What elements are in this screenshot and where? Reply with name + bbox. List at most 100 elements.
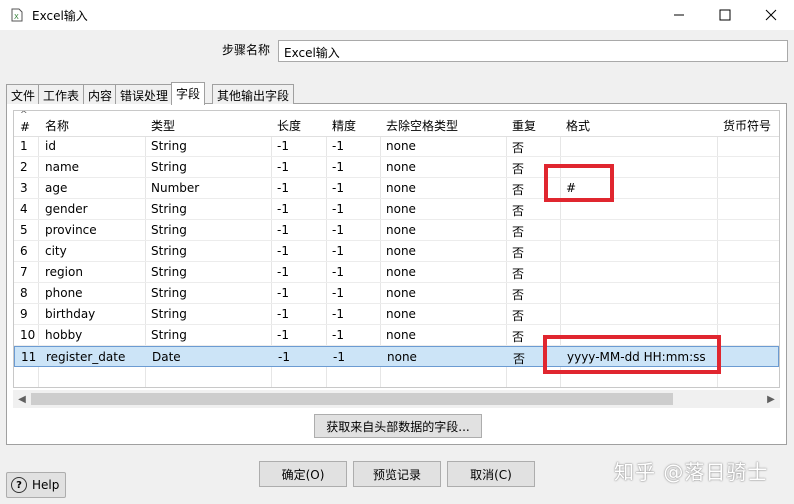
cell-name[interactable]: hobby (45, 328, 82, 342)
column-header-trim-type[interactable]: 去除空格类型 (386, 117, 458, 134)
cell-name[interactable]: birthday (45, 307, 95, 321)
cell-length[interactable]: -1 (277, 181, 289, 195)
cell-name[interactable]: register_date (46, 350, 125, 364)
cell-precision[interactable]: -1 (332, 307, 344, 321)
cell-precision[interactable]: -1 (332, 328, 344, 342)
cell-trim-type[interactable]: none (387, 350, 417, 364)
cell-repeat[interactable]: 否 (512, 223, 524, 240)
close-button[interactable] (748, 0, 794, 30)
table-row[interactable]: 4 gender String -1 -1 none 否 (14, 199, 779, 220)
cell-name[interactable]: name (45, 160, 79, 174)
cell-repeat[interactable]: 否 (512, 328, 524, 345)
cell-precision[interactable]: -1 (332, 265, 344, 279)
cell-precision[interactable]: -1 (332, 181, 344, 195)
cell-trim-type[interactable]: none (386, 202, 416, 216)
table-row[interactable]: 5 province String -1 -1 none 否 (14, 220, 779, 241)
cell-type[interactable]: Date (152, 350, 181, 364)
cell-trim-type[interactable]: none (386, 160, 416, 174)
tab-file[interactable]: 文件 (6, 84, 41, 104)
cell-trim-type[interactable]: none (386, 307, 416, 321)
column-header-type[interactable]: 类型 (151, 117, 175, 134)
tab-fields[interactable]: 字段 (171, 82, 206, 105)
cell-length[interactable]: -1 (277, 244, 289, 258)
cell-length[interactable]: -1 (277, 223, 289, 237)
cell-type[interactable]: String (151, 223, 187, 237)
tab-error-handling[interactable]: 错误处理 (115, 84, 174, 104)
cell-repeat[interactable]: 否 (512, 265, 524, 282)
cell-trim-type[interactable]: none (386, 223, 416, 237)
cell-type[interactable]: String (151, 307, 187, 321)
cell-type[interactable]: String (151, 286, 187, 300)
ok-button[interactable]: 确定(O) (259, 461, 347, 487)
cancel-button[interactable]: 取消(C) (447, 461, 535, 487)
cell-length[interactable]: -1 (277, 202, 289, 216)
cell-length[interactable]: -1 (277, 307, 289, 321)
horizontal-scrollbar[interactable]: ◀ ▶ (13, 390, 780, 408)
table-row[interactable]: 8 phone String -1 -1 none 否 (14, 283, 779, 304)
column-header-currency[interactable]: 货币符号 (723, 117, 771, 134)
table-row[interactable]: 9 birthday String -1 -1 none 否 (14, 304, 779, 325)
help-button[interactable]: ? Help (6, 472, 66, 498)
cell-repeat[interactable]: 否 (512, 307, 524, 324)
cell-name[interactable]: gender (45, 202, 88, 216)
column-header-length[interactable]: 长度 (277, 117, 301, 134)
tab-worksheet[interactable]: 工作表 (38, 84, 85, 104)
cell-name[interactable]: phone (45, 286, 83, 300)
table-row[interactable]: 7 region String -1 -1 none 否 (14, 262, 779, 283)
cell-length[interactable]: -1 (278, 350, 290, 364)
cell-length[interactable]: -1 (277, 160, 289, 174)
tab-content[interactable]: 内容 (83, 84, 118, 104)
cell-name[interactable]: region (45, 265, 83, 279)
tab-other-output-fields[interactable]: 其他输出字段 (212, 84, 295, 104)
cell-type[interactable]: String (151, 160, 187, 174)
cell-name[interactable]: id (45, 139, 56, 153)
table-row[interactable]: 3 age Number -1 -1 none 否 # (14, 178, 779, 199)
maximize-button[interactable] (702, 0, 748, 30)
cell-type[interactable]: String (151, 328, 187, 342)
scrollbar-thumb[interactable] (31, 393, 673, 405)
cell-precision[interactable]: -1 (332, 202, 344, 216)
column-header-repeat[interactable]: 重复 (512, 117, 536, 134)
cell-precision[interactable]: -1 (332, 244, 344, 258)
column-header-format[interactable]: 格式 (566, 117, 590, 134)
cell-type[interactable]: String (151, 265, 187, 279)
preview-records-button[interactable]: 预览记录 (353, 461, 441, 487)
cell-repeat[interactable]: 否 (512, 202, 524, 219)
cell-trim-type[interactable]: none (386, 181, 416, 195)
table-row[interactable]: 1 id String -1 -1 none 否 (14, 136, 779, 157)
cell-precision[interactable]: -1 (332, 286, 344, 300)
cell-type[interactable]: Number (151, 181, 199, 195)
cell-repeat[interactable]: 否 (512, 286, 524, 303)
column-header-num[interactable]: # (20, 120, 30, 134)
cell-length[interactable]: -1 (277, 328, 289, 342)
scroll-left-icon[interactable]: ◀ (14, 391, 30, 407)
minimize-button[interactable] (656, 0, 702, 30)
cell-length[interactable]: -1 (277, 139, 289, 153)
cell-name[interactable]: age (45, 181, 67, 195)
scroll-right-icon[interactable]: ▶ (763, 391, 779, 407)
cell-precision[interactable]: -1 (332, 139, 344, 153)
cell-repeat[interactable]: 否 (512, 181, 524, 198)
get-fields-from-header-button[interactable]: 获取来自头部数据的字段... (314, 414, 482, 438)
cell-trim-type[interactable]: none (386, 286, 416, 300)
cell-type[interactable]: String (151, 244, 187, 258)
cell-repeat[interactable]: 否 (512, 139, 524, 156)
column-header-precision[interactable]: 精度 (332, 117, 356, 134)
cell-trim-type[interactable]: none (386, 139, 416, 153)
cell-type[interactable]: String (151, 139, 187, 153)
cell-repeat[interactable]: 否 (513, 350, 525, 367)
cell-trim-type[interactable]: none (386, 328, 416, 342)
cell-name[interactable]: province (45, 223, 97, 237)
table-row[interactable]: 2 name String -1 -1 none 否 (14, 157, 779, 178)
cell-precision[interactable]: -1 (332, 160, 344, 174)
cell-trim-type[interactable]: none (386, 244, 416, 258)
step-name-input[interactable]: Excel输入 (278, 40, 788, 62)
cell-precision[interactable]: -1 (333, 350, 345, 364)
cell-precision[interactable]: -1 (332, 223, 344, 237)
column-header-name[interactable]: 名称 (45, 117, 69, 134)
cell-name[interactable]: city (45, 244, 67, 258)
table-row[interactable]: 6 city String -1 -1 none 否 (14, 241, 779, 262)
cell-type[interactable]: String (151, 202, 187, 216)
cell-repeat[interactable]: 否 (512, 160, 524, 177)
cell-repeat[interactable]: 否 (512, 244, 524, 261)
